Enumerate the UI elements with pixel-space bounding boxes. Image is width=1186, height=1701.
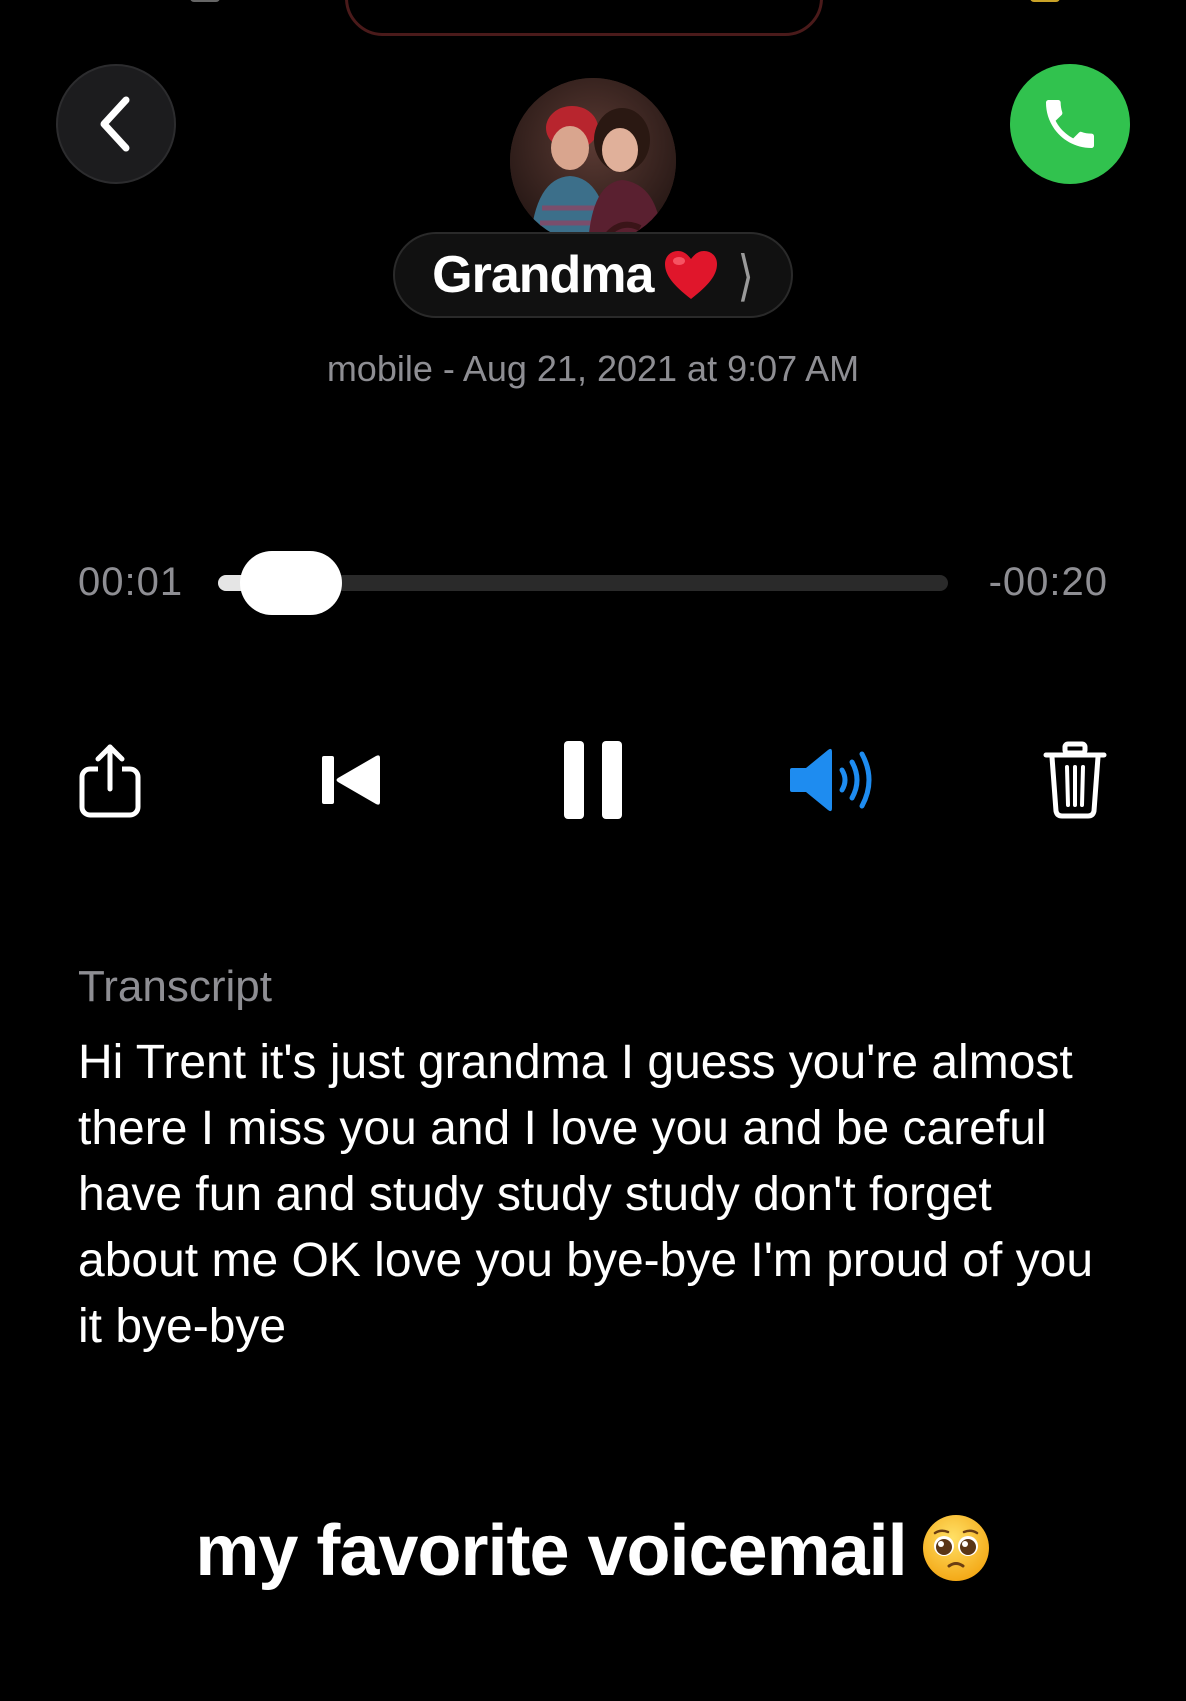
call-button[interactable]	[1010, 64, 1130, 184]
pleading-face-icon	[922, 1515, 989, 1581]
share-icon	[79, 744, 141, 818]
contact-name: Grandma	[432, 246, 654, 304]
chevron-left-icon	[100, 96, 130, 152]
pause-icon	[564, 741, 622, 819]
skip-back-button[interactable]	[301, 730, 401, 830]
caption-text: my favorite voicemail	[195, 1511, 907, 1591]
scrubber-thumb[interactable]	[239, 551, 342, 615]
remaining-time: -00:20	[988, 560, 1108, 604]
share-button[interactable]	[60, 730, 160, 830]
status-bar-fragment	[190, 0, 220, 2]
phone-icon	[1046, 100, 1094, 148]
avatar-photo	[510, 78, 676, 244]
battery-fragment	[1030, 0, 1060, 2]
transcript-label: Transcript	[78, 962, 272, 1011]
pause-button[interactable]	[543, 730, 643, 830]
skip-back-icon	[322, 755, 380, 805]
speaker-button[interactable]	[784, 730, 884, 830]
caption-overlay: my favorite voicemail	[0, 1510, 1186, 1592]
trash-icon	[1043, 741, 1107, 819]
elapsed-time: 00:01	[78, 560, 184, 604]
contact-avatar	[510, 78, 676, 244]
chevron-right-icon: ⟩	[737, 244, 754, 306]
speaker-icon	[790, 748, 872, 812]
back-button[interactable]	[56, 64, 176, 184]
delete-button[interactable]	[1025, 730, 1125, 830]
heart-icon	[665, 251, 718, 299]
dynamic-island	[345, 0, 823, 36]
voicemail-meta: mobile - Aug 21, 2021 at 9:07 AM	[326, 348, 860, 389]
transcript-text: Hi Trent it's just grandma I guess you'r…	[78, 1036, 1094, 1353]
contact-name-button[interactable]: Grandma ⟩	[393, 232, 793, 318]
